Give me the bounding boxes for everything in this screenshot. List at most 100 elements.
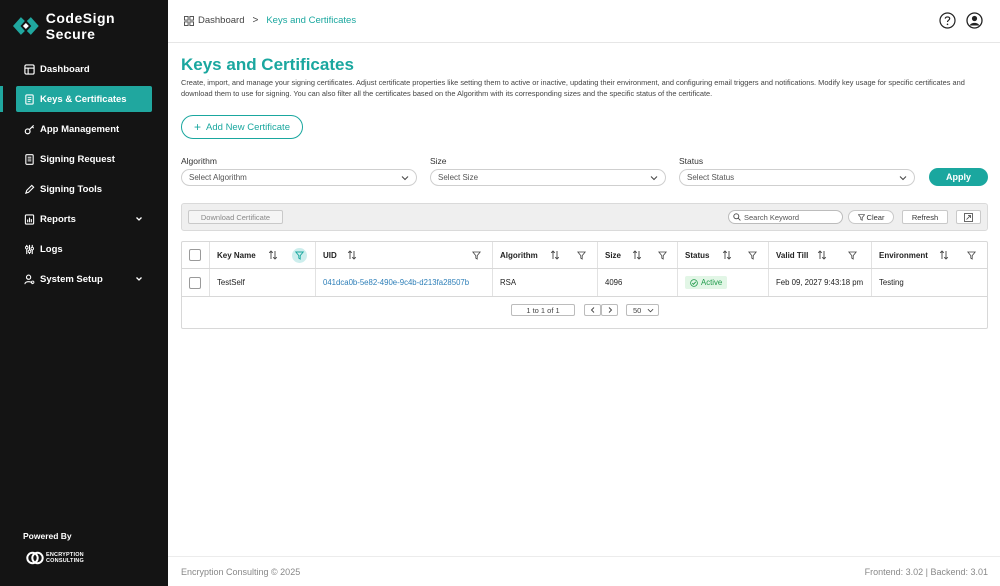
- sidebar-item-logs[interactable]: Logs: [16, 236, 152, 262]
- column-label: Status: [685, 250, 710, 260]
- sidebar-item-label: Signing Tools: [40, 183, 103, 195]
- breadcrumb-separator: >: [252, 15, 259, 26]
- table-row[interactable]: TestSelf 041dca0b-5e82-490e-9c4b-d213fa2…: [182, 269, 987, 297]
- cell-key-name: TestSelf: [210, 269, 316, 296]
- user-account-icon[interactable]: [966, 12, 983, 29]
- help-icon[interactable]: [939, 12, 956, 29]
- algorithm-select[interactable]: Select Algorithm: [181, 169, 417, 186]
- document-icon: [23, 153, 35, 165]
- version-text: Frontend: 3.02 | Backend: 3.01: [864, 567, 988, 577]
- export-button[interactable]: [956, 210, 981, 224]
- table-toolbar: Download Certificate Search Keyword Clea…: [181, 203, 988, 231]
- column-header-algorithm[interactable]: Algorithm: [493, 242, 598, 268]
- filter-icon[interactable]: [472, 251, 481, 260]
- column-label: UID: [323, 250, 337, 260]
- sort-icon[interactable]: [632, 250, 642, 260]
- sort-icon[interactable]: [817, 250, 827, 260]
- sidebar-item-signing-tools[interactable]: Signing Tools: [16, 176, 152, 202]
- next-page-button[interactable]: [601, 304, 618, 316]
- status-filter-label: Status: [679, 156, 704, 166]
- filter-icon[interactable]: [748, 251, 757, 260]
- add-new-certificate-button[interactable]: + Add New Certificate: [181, 115, 303, 139]
- sort-icon[interactable]: [268, 250, 278, 260]
- sidebar-nav: Dashboard Keys & Certificates App Manage…: [0, 56, 168, 296]
- uid-link[interactable]: 041dca0b-5e82-490e-9c4b-d213fa28507b: [323, 278, 469, 287]
- sidebar-item-label: Reports: [40, 213, 76, 225]
- column-header-status[interactable]: Status: [678, 242, 769, 268]
- encryption-consulting-logo: ENCRYPTION CONSULTING: [26, 550, 84, 566]
- sidebar-item-app-management[interactable]: App Management: [16, 116, 152, 142]
- size-select-value: Select Size: [438, 173, 479, 182]
- brand[interactable]: CodeSign Secure: [12, 10, 168, 42]
- chevron-left-icon: [590, 307, 594, 313]
- key-icon: [23, 123, 35, 135]
- sidebar-item-label: App Management: [40, 123, 120, 135]
- column-label: Algorithm: [500, 250, 538, 260]
- status-label: Active: [701, 278, 723, 287]
- copyright-text: Encryption Consulting © 2025: [181, 567, 301, 577]
- page-description: Create, import, and manage your signing …: [181, 78, 965, 98]
- filter-icon[interactable]: [658, 251, 667, 260]
- sort-icon[interactable]: [939, 250, 949, 260]
- breadcrumb-home-link[interactable]: Dashboard: [198, 15, 244, 26]
- chevron-down-icon: [899, 176, 907, 181]
- cell-size: 4096: [598, 269, 678, 296]
- apply-filters-button[interactable]: Apply: [929, 168, 988, 186]
- filter-icon[interactable]: [848, 251, 857, 260]
- select-all-checkbox[interactable]: [189, 249, 201, 261]
- search-placeholder: Search Keyword: [744, 212, 800, 222]
- column-header-valid-till[interactable]: Valid Till: [769, 242, 872, 268]
- dashboard-icon: [23, 63, 35, 75]
- grid-icon: [184, 15, 194, 26]
- search-input[interactable]: Search Keyword: [728, 210, 843, 224]
- column-label: Size: [605, 250, 622, 260]
- page-size-select[interactable]: 50: [626, 304, 659, 316]
- sidebar-item-dashboard[interactable]: Dashboard: [16, 56, 152, 82]
- clear-filters-button[interactable]: Clear: [848, 210, 894, 224]
- sidebar-item-keys-certificates[interactable]: Keys & Certificates: [0, 86, 152, 112]
- refresh-button[interactable]: Refresh: [902, 210, 948, 224]
- page-size-value: 50: [633, 305, 642, 315]
- cell-uid: 041dca0b-5e82-490e-9c4b-d213fa28507b: [316, 269, 493, 296]
- keys-icon: [23, 93, 35, 105]
- row-checkbox[interactable]: [189, 276, 201, 289]
- plus-icon: +: [194, 120, 202, 134]
- chevron-down-icon: [401, 176, 409, 181]
- status-select[interactable]: Select Status: [679, 169, 915, 186]
- breadcrumb-current[interactable]: Keys and Certificates: [266, 15, 356, 26]
- filter-icon[interactable]: [967, 251, 976, 260]
- status-badge: Active: [685, 276, 728, 289]
- footer: Encryption Consulting © 2025 Frontend: 3…: [168, 556, 1000, 586]
- page-title: Keys and Certificates: [181, 55, 354, 74]
- chevron-down-icon: [650, 176, 658, 181]
- cell-valid-till: Feb 09, 2027 9:43:18 pm: [769, 269, 872, 296]
- logo-line-2: CONSULTING: [46, 558, 84, 564]
- sort-icon[interactable]: [347, 250, 357, 260]
- chart-icon: [23, 213, 35, 225]
- sidebar-item-reports[interactable]: Reports: [16, 206, 152, 232]
- cell-environment: Testing: [879, 278, 904, 287]
- export-icon: [964, 212, 973, 222]
- column-header-environment[interactable]: Environment: [872, 242, 987, 268]
- codesign-logo-icon: [12, 17, 39, 35]
- sort-icon[interactable]: [722, 250, 732, 260]
- sort-icon[interactable]: [550, 250, 560, 260]
- row-select-cell: [182, 269, 210, 296]
- chevron-right-icon: [608, 307, 612, 313]
- column-header-key-name[interactable]: Key Name: [210, 242, 316, 268]
- filter-active-icon[interactable]: [292, 248, 307, 263]
- logs-icon: [23, 243, 35, 255]
- cell-algorithm: RSA: [493, 269, 598, 296]
- size-select[interactable]: Select Size: [430, 169, 666, 186]
- chevron-down-icon: [647, 308, 654, 313]
- table-header-row: Key Name UID Algorithm Size Status Valid…: [182, 242, 987, 269]
- certificates-table: Key Name UID Algorithm Size Status Valid…: [181, 241, 988, 329]
- column-header-size[interactable]: Size: [598, 242, 678, 268]
- sidebar-item-signing-request[interactable]: Signing Request: [16, 146, 152, 172]
- filter-clear-icon: [857, 213, 865, 221]
- column-header-uid[interactable]: UID: [316, 242, 493, 268]
- download-certificate-button[interactable]: Download Certificate: [188, 210, 283, 224]
- sidebar-item-system-setup[interactable]: System Setup: [16, 266, 152, 292]
- filter-icon[interactable]: [577, 251, 586, 260]
- previous-page-button[interactable]: [584, 304, 601, 316]
